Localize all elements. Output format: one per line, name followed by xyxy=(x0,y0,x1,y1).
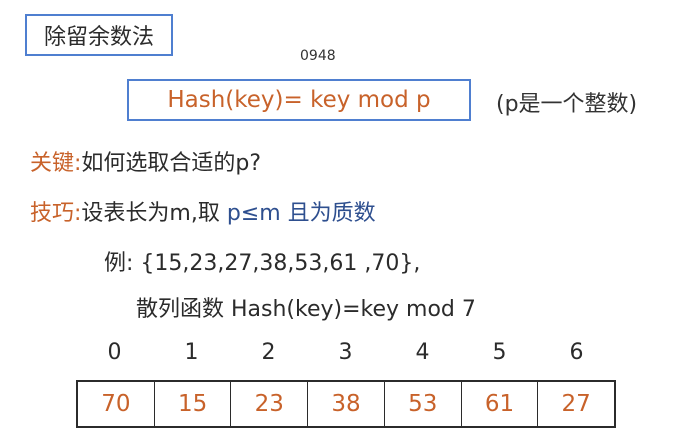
index-label: 1 xyxy=(184,340,199,365)
formula-box: Hash(key)= key mod p xyxy=(127,79,471,121)
key-point-label: 关键: xyxy=(30,151,82,176)
page-title: 除留余数法 xyxy=(25,14,173,56)
formula-note: (p是一个整数) xyxy=(496,92,638,117)
example-set: {15,23,27,38,53,61 ,70}, xyxy=(140,251,421,276)
hash-table: 70 15 23 38 53 61 27 xyxy=(76,380,616,428)
hash-table-cell: 15 xyxy=(155,382,232,426)
hash-table-cell: 53 xyxy=(385,382,462,426)
hash-table-cell: 38 xyxy=(308,382,385,426)
hash-table-cell: 27 xyxy=(561,391,591,417)
index-label: 2 xyxy=(261,340,276,365)
index-label: 4 xyxy=(415,340,430,365)
index-row: 0 1 2 3 4 5 6 xyxy=(76,340,616,370)
code-label: 0948 xyxy=(300,48,336,64)
tip-text: 设表长为m,取 xyxy=(81,201,220,226)
hash-table-cell: 23 xyxy=(231,382,309,426)
key-point-text: 如何选取合适的p? xyxy=(81,151,262,176)
tip-highlight: p≤m 且为质数 xyxy=(226,201,376,226)
example-line: 例: {15,23,27,38,53,61 ,70}, xyxy=(104,245,420,277)
hash-table-cell: 70 xyxy=(78,382,155,426)
hash-function-line: 散列函数 Hash(key)=key mod 7 xyxy=(136,297,476,322)
key-point-line: 关键:如何选取合适的p? xyxy=(30,145,261,177)
tip-label: 技巧: xyxy=(30,201,82,226)
index-label: 3 xyxy=(338,340,353,365)
hash-table-cell: 61 xyxy=(462,382,539,426)
index-label: 0 xyxy=(107,340,122,365)
example-label: 例: xyxy=(104,251,134,276)
index-label: 5 xyxy=(492,340,507,365)
index-label: 6 xyxy=(569,340,584,365)
tip-line: 技巧:设表长为m,取 p≤m 且为质数 xyxy=(30,195,376,227)
